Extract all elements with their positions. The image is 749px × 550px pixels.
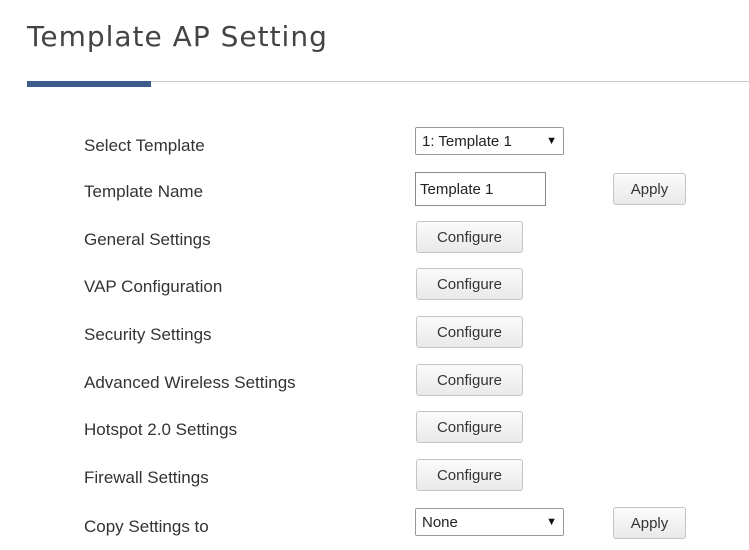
template-name-label: Template Name <box>84 182 204 201</box>
vap-configuration-configure-button[interactable]: Configure <box>416 268 523 300</box>
select-template-row: Select Template 1: Template 1 ▼ <box>0 127 749 163</box>
hotspot-settings-configure-button[interactable]: Configure <box>416 411 523 443</box>
hotspot-settings-row: Hotspot 2.0 Settings Configure <box>0 411 749 447</box>
security-settings-configure-button[interactable]: Configure <box>416 316 523 348</box>
firewall-settings-row: Firewall Settings Configure <box>0 459 749 495</box>
select-template-label: Select Template <box>84 136 205 155</box>
advanced-wireless-settings-row: Advanced Wireless Settings Configure <box>0 364 749 400</box>
template-name-row: Template Name Apply <box>0 172 749 208</box>
hotspot-settings-label: Hotspot 2.0 Settings <box>84 420 238 439</box>
template-name-apply-button[interactable]: Apply <box>613 173 686 205</box>
select-template-value: 1: Template 1 <box>422 132 512 150</box>
copy-settings-label: Copy Settings to <box>84 517 209 536</box>
copy-settings-apply-button[interactable]: Apply <box>613 507 686 539</box>
security-settings-row: Security Settings Configure <box>0 316 749 352</box>
page-title: Template AP Setting <box>27 20 328 53</box>
advanced-wireless-settings-label: Advanced Wireless Settings <box>84 373 296 392</box>
vap-configuration-label: VAP Configuration <box>84 277 223 296</box>
firewall-settings-configure-button[interactable]: Configure <box>416 459 523 491</box>
vap-configuration-row: VAP Configuration Configure <box>0 268 749 304</box>
security-settings-label: Security Settings <box>84 325 212 344</box>
advanced-wireless-settings-configure-button[interactable]: Configure <box>416 364 523 396</box>
general-settings-label: General Settings <box>84 230 211 249</box>
template-ap-setting-page: Template AP Setting Select Template 1: T… <box>0 0 749 550</box>
copy-settings-dropdown[interactable]: None ▼ <box>415 508 564 536</box>
firewall-settings-label: Firewall Settings <box>84 468 209 487</box>
copy-settings-row: Copy Settings to None ▼ Apply <box>0 507 749 544</box>
select-template-dropdown[interactable]: 1: Template 1 ▼ <box>415 127 564 155</box>
template-name-input[interactable] <box>415 172 546 206</box>
general-settings-configure-button[interactable]: Configure <box>416 221 523 253</box>
chevron-down-icon: ▼ <box>546 135 557 147</box>
copy-settings-value: None <box>422 513 458 531</box>
chevron-down-icon: ▼ <box>546 516 557 528</box>
general-settings-row: General Settings Configure <box>0 221 749 257</box>
title-accent-bar <box>27 81 151 87</box>
